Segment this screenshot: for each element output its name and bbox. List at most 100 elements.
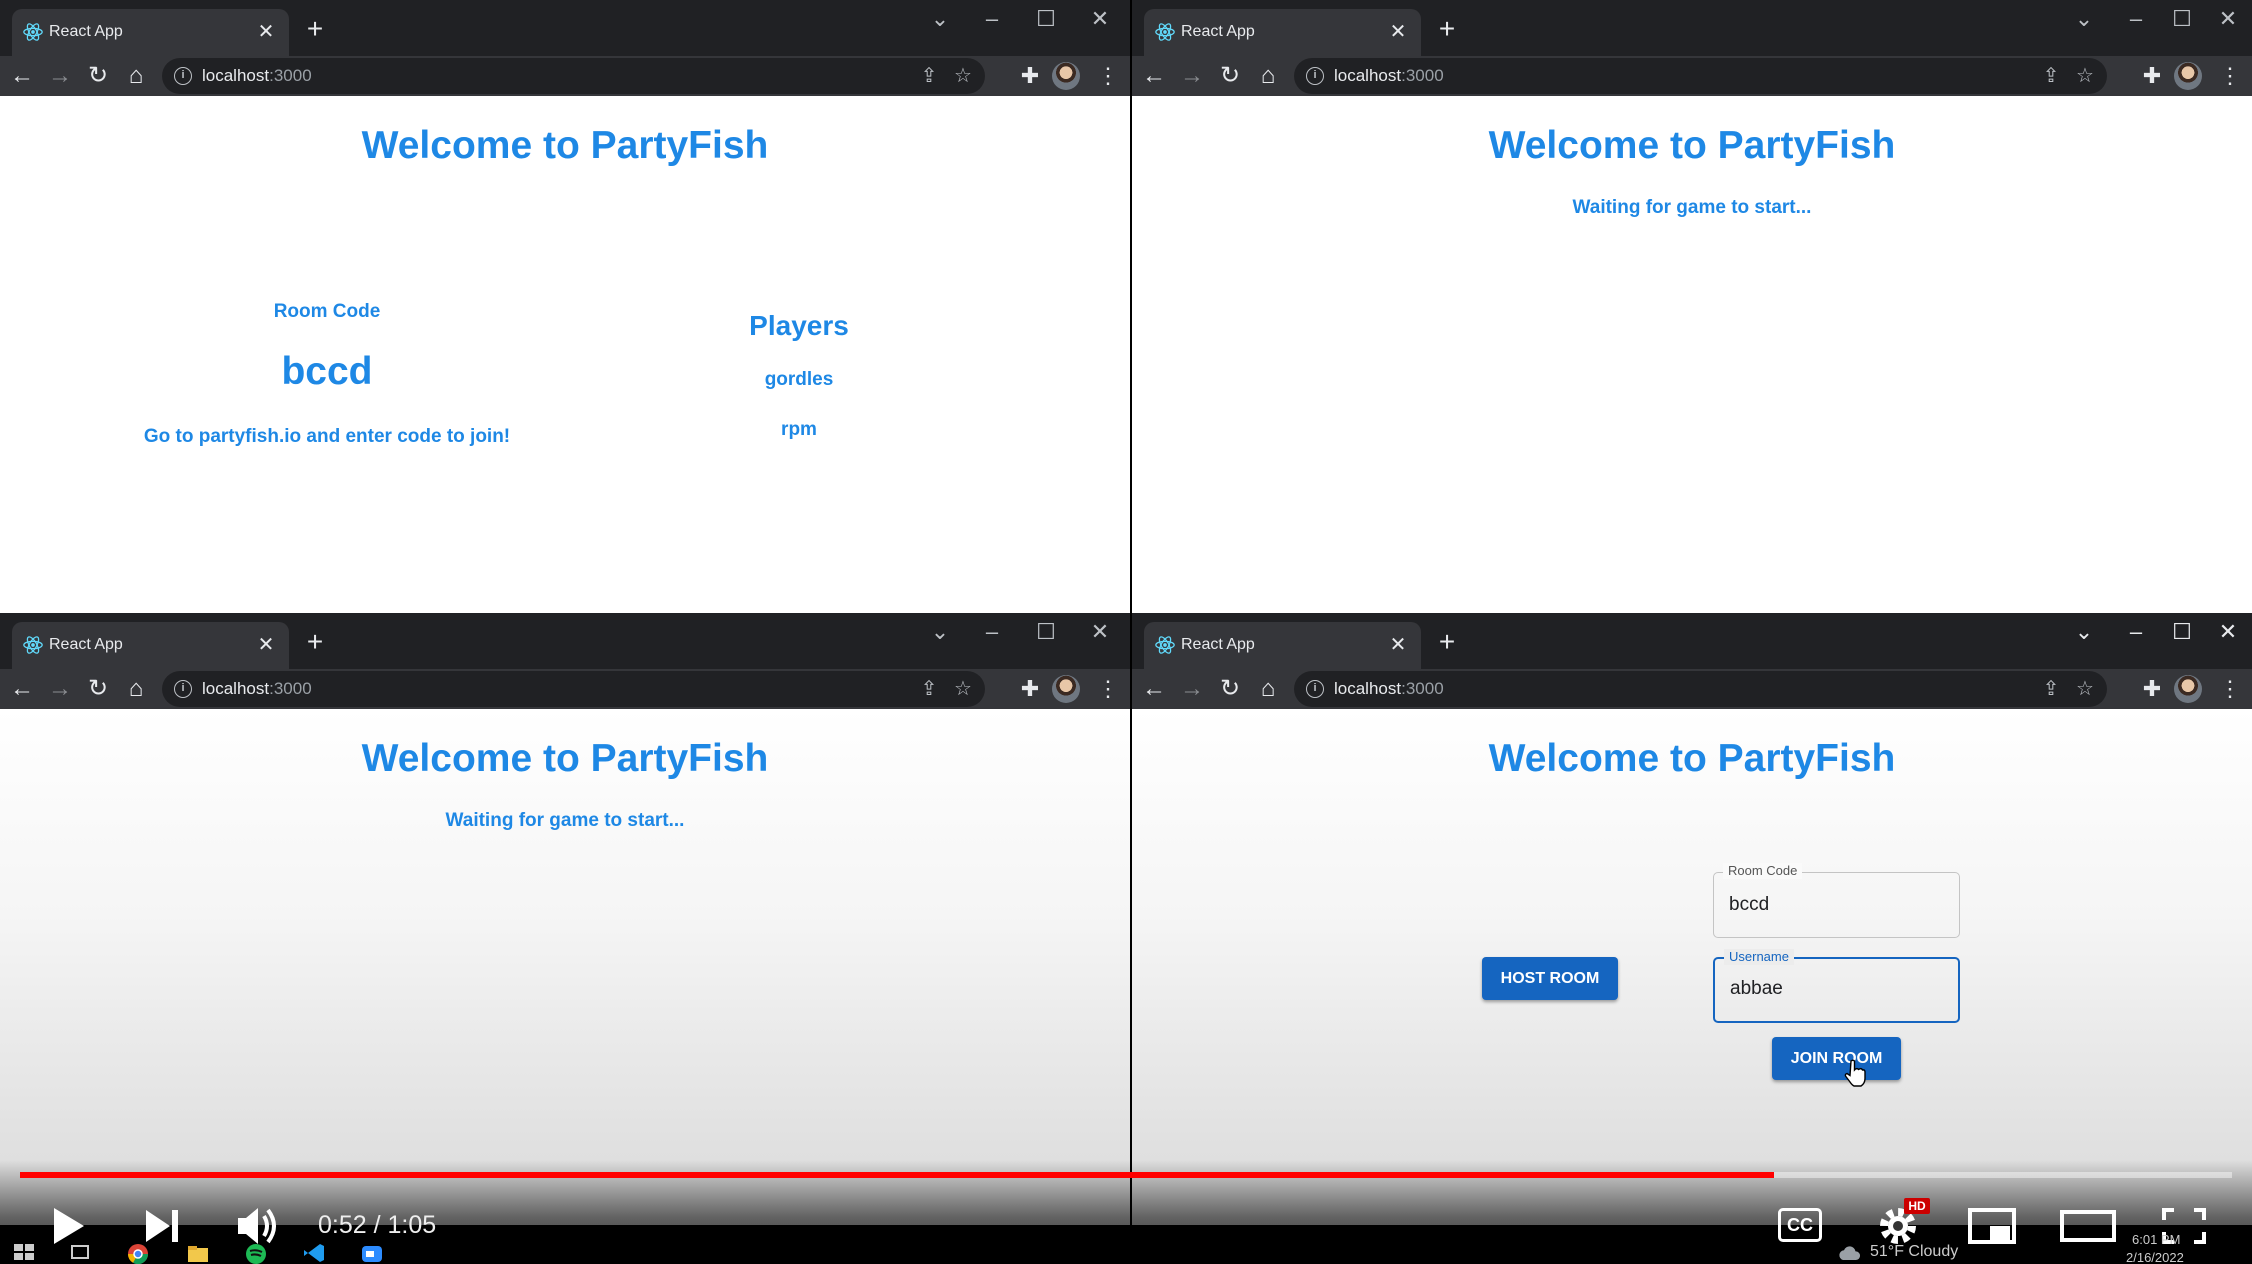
tab-close-icon[interactable]: ✕ [253, 632, 279, 658]
reload-icon[interactable]: ↻ [1214, 673, 1246, 705]
browser-window-player-1: React App ✕ + ⌄ – ☐ ✕ ← → ↻ ⌂ i localhos… [1132, 0, 2252, 613]
minimize-icon[interactable]: – [972, 4, 1012, 34]
share-icon[interactable]: ⇪ [915, 62, 943, 90]
new-tab-button[interactable]: + [300, 14, 330, 44]
browser-tab[interactable]: React App ✕ [1144, 622, 1421, 669]
maximize-icon[interactable]: ☐ [2162, 4, 2202, 34]
username-field[interactable]: Username abbae [1713, 949, 1960, 1023]
zoom-icon[interactable] [358, 1240, 386, 1264]
site-info-icon[interactable]: i [1306, 67, 1324, 85]
address-bar[interactable]: i localhost:3000 ⇪ ☆ [1294, 58, 2107, 94]
username-input-value[interactable]: abbae [1730, 978, 1783, 1000]
minimize-icon[interactable]: – [2116, 617, 2156, 647]
site-info-icon[interactable]: i [174, 67, 192, 85]
menu-icon[interactable]: ⋮ [2214, 673, 2246, 705]
tab-search-icon[interactable]: ⌄ [920, 4, 960, 34]
subtitles-button[interactable]: CC [1778, 1208, 1822, 1242]
browser-tab[interactable]: React App ✕ [1144, 9, 1421, 56]
profile-avatar[interactable] [1052, 62, 1080, 90]
address-bar[interactable]: i localhost:3000 ⇪ ☆ [1294, 671, 2107, 707]
bookmark-star-icon[interactable]: ☆ [949, 62, 977, 90]
profile-avatar[interactable] [2174, 675, 2202, 703]
profile-avatar[interactable] [1052, 675, 1080, 703]
address-bar[interactable]: i localhost:3000 ⇪ ☆ [162, 58, 985, 94]
room-code-field[interactable]: Room Code bccd [1713, 863, 1960, 938]
home-icon[interactable]: ⌂ [120, 673, 152, 705]
new-tab-button[interactable]: + [1432, 627, 1462, 657]
tab-search-icon[interactable]: ⌄ [2064, 617, 2104, 647]
home-icon[interactable]: ⌂ [1252, 60, 1284, 92]
close-window-icon[interactable]: ✕ [1080, 617, 1120, 647]
new-tab-button[interactable]: + [300, 627, 330, 657]
back-icon[interactable]: ← [1138, 60, 1170, 92]
url-text[interactable]: localhost:3000 [1334, 66, 1444, 86]
clock-date[interactable]: 2/16/2022 [2126, 1248, 2184, 1264]
close-window-icon[interactable]: ✕ [1080, 4, 1120, 34]
profile-avatar[interactable] [2174, 62, 2202, 90]
forward-icon[interactable]: → [44, 60, 76, 92]
tab-close-icon[interactable]: ✕ [1385, 19, 1411, 45]
menu-icon[interactable]: ⋮ [1092, 60, 1124, 92]
clock-time[interactable]: 6:01 PM [2132, 1230, 2180, 1250]
address-bar[interactable]: i localhost:3000 ⇪ ☆ [162, 671, 985, 707]
tab-search-icon[interactable]: ⌄ [2064, 4, 2104, 34]
share-icon[interactable]: ⇪ [915, 675, 943, 703]
back-icon[interactable]: ← [6, 60, 38, 92]
share-icon[interactable]: ⇪ [2037, 62, 2065, 90]
bookmark-star-icon[interactable]: ☆ [2071, 675, 2099, 703]
browser-tab[interactable]: React App ✕ [12, 9, 289, 56]
share-icon[interactable]: ⇪ [2037, 675, 2065, 703]
reload-icon[interactable]: ↻ [82, 673, 114, 705]
site-info-icon[interactable]: i [174, 680, 192, 698]
extensions-icon[interactable]: ✚ [2136, 60, 2168, 92]
close-window-icon[interactable]: ✕ [2208, 617, 2248, 647]
spotify-icon[interactable] [242, 1240, 270, 1264]
reload-icon[interactable]: ↻ [82, 60, 114, 92]
room-code-input-value[interactable]: bccd [1729, 894, 1769, 916]
new-tab-button[interactable]: + [1432, 14, 1462, 44]
file-explorer-icon[interactable] [184, 1240, 212, 1264]
tab-close-icon[interactable]: ✕ [253, 19, 279, 45]
back-icon[interactable]: ← [1138, 673, 1170, 705]
player-name: gordles [764, 369, 834, 390]
minimize-icon[interactable]: – [972, 617, 1012, 647]
extensions-icon[interactable]: ✚ [1014, 60, 1046, 92]
url-text[interactable]: localhost:3000 [202, 66, 312, 86]
weather-text[interactable]: 51°F Cloudy [1870, 1242, 1958, 1262]
tab-search-icon[interactable]: ⌄ [920, 617, 960, 647]
hand-cursor-icon [1844, 1059, 1866, 1087]
extensions-icon[interactable]: ✚ [2136, 673, 2168, 705]
url-text[interactable]: localhost:3000 [202, 679, 312, 699]
maximize-icon[interactable]: ☐ [1026, 617, 1066, 647]
video-progress-bar[interactable] [20, 1172, 2232, 1178]
menu-icon[interactable]: ⋮ [2214, 60, 2246, 92]
home-icon[interactable]: ⌂ [1252, 673, 1284, 705]
minimize-icon[interactable]: – [2116, 4, 2156, 34]
page-title: Welcome to PartyFish [361, 124, 769, 167]
join-room-button[interactable]: JOIN ROOM [1772, 1037, 1901, 1080]
site-info-icon[interactable]: i [1306, 680, 1324, 698]
bookmark-star-icon[interactable]: ☆ [949, 675, 977, 703]
tab-close-icon[interactable]: ✕ [1385, 632, 1411, 658]
task-view-icon[interactable] [66, 1240, 94, 1264]
windows-start-icon[interactable] [10, 1240, 38, 1264]
reload-icon[interactable]: ↻ [1214, 60, 1246, 92]
close-window-icon[interactable]: ✕ [2208, 4, 2248, 34]
back-icon[interactable]: ← [6, 673, 38, 705]
vscode-icon[interactable] [300, 1240, 328, 1264]
forward-icon[interactable]: → [1176, 60, 1208, 92]
home-icon[interactable]: ⌂ [120, 60, 152, 92]
menu-icon[interactable]: ⋮ [1092, 673, 1124, 705]
maximize-icon[interactable]: ☐ [2162, 617, 2202, 647]
forward-icon[interactable]: → [44, 673, 76, 705]
waiting-message: Waiting for game to start... [445, 810, 685, 831]
url-text[interactable]: localhost:3000 [1334, 679, 1444, 699]
chrome-icon[interactable] [124, 1240, 152, 1264]
extensions-icon[interactable]: ✚ [1014, 673, 1046, 705]
waiting-message: Waiting for game to start... [1572, 197, 1812, 218]
bookmark-star-icon[interactable]: ☆ [2071, 62, 2099, 90]
forward-icon[interactable]: → [1176, 673, 1208, 705]
browser-tab[interactable]: React App ✕ [12, 622, 289, 669]
host-room-button[interactable]: HOST ROOM [1482, 957, 1618, 1000]
maximize-icon[interactable]: ☐ [1026, 4, 1066, 34]
